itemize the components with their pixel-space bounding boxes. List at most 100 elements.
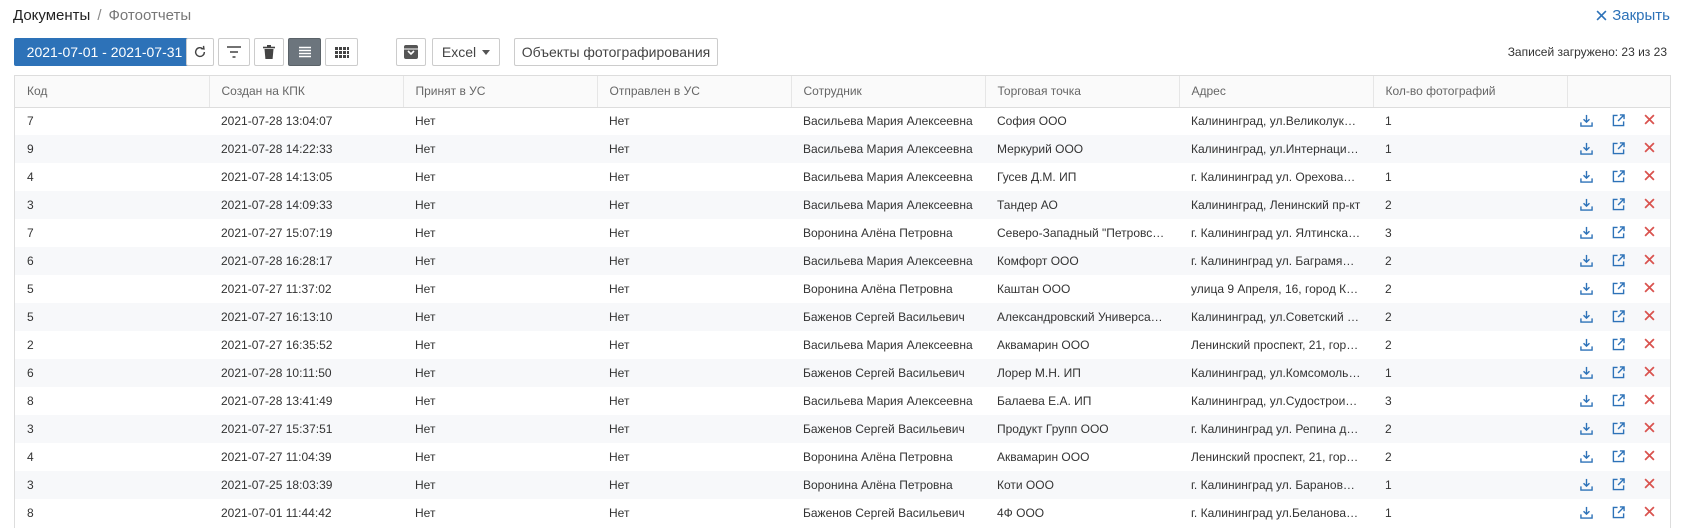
delete-icon[interactable] — [1643, 366, 1658, 380]
download-icon[interactable] — [1579, 142, 1594, 156]
date-range-picker[interactable]: 2021-07-01 - 2021-07-31 — [14, 38, 195, 66]
table-row[interactable]: 3 2021-07-28 14:09:33 Нет Нет Васильева Мари… — [15, 191, 1670, 219]
cell-employee: Васильева Мария Алексеевна — [803, 338, 973, 352]
open-external-icon[interactable] — [1612, 450, 1626, 464]
cell-sent: Нет — [597, 247, 791, 275]
column-header-sent[interactable]: Отправлен в УС — [597, 76, 792, 108]
open-external-icon[interactable] — [1612, 198, 1626, 212]
cell-sent: Нет — [609, 506, 630, 520]
open-external-icon[interactable] — [1612, 170, 1626, 184]
column-header-address[interactable]: Адрес — [1179, 76, 1374, 108]
download-icon[interactable] — [1579, 450, 1594, 464]
cell-address: г. Калининград ул. Ореховая д. 2 — [1191, 170, 1373, 184]
delete-icon[interactable] — [1643, 114, 1658, 128]
delete-icon[interactable] — [1643, 422, 1658, 436]
cell-actions — [1567, 163, 1670, 191]
cell-employee: Воронина Алёна Петровна — [803, 226, 953, 240]
cell-photo-count: 2 — [1373, 191, 1567, 219]
download-icon[interactable] — [1579, 478, 1594, 492]
excel-export-dropdown[interactable]: Excel — [432, 38, 500, 66]
table-row[interactable]: 3 2021-07-27 15:37:51 Нет Нет Баженов Сергей… — [15, 415, 1670, 443]
table-row[interactable]: 5 2021-07-27 16:13:10 Нет Нет Баженов Сергей… — [15, 303, 1670, 331]
download-icon[interactable] — [1579, 282, 1594, 296]
cell-outlet: Меркурий ООО — [985, 135, 1179, 163]
archive-button[interactable] — [396, 38, 426, 66]
row-actions — [1579, 338, 1658, 352]
download-icon[interactable] — [1579, 338, 1594, 352]
delete-icon[interactable] — [1643, 478, 1658, 492]
download-icon[interactable] — [1579, 394, 1594, 408]
cell-created: 2021-07-28 14:09:33 — [209, 191, 403, 219]
column-header-created[interactable]: Создан на КПК — [209, 76, 404, 108]
filter-button[interactable] — [218, 38, 250, 66]
column-header-photo-count[interactable]: Кол-во фотографий — [1373, 76, 1568, 108]
grid-view-button[interactable] — [325, 38, 358, 66]
cell-address: Калининград, ул.Комсомольская — [1179, 359, 1373, 387]
table-row[interactable]: 7 2021-07-28 13:04:07 Нет Нет Васильева Мари… — [15, 107, 1670, 135]
download-icon[interactable] — [1579, 114, 1594, 128]
open-external-icon[interactable] — [1612, 506, 1626, 520]
open-external-icon[interactable] — [1612, 226, 1626, 240]
row-actions — [1579, 198, 1658, 212]
delete-icon[interactable] — [1643, 254, 1658, 268]
download-icon[interactable] — [1579, 422, 1594, 436]
open-external-icon[interactable] — [1612, 254, 1626, 268]
open-external-icon[interactable] — [1612, 338, 1626, 352]
column-header-outlet[interactable]: Торговая точка — [985, 76, 1180, 108]
toolbar: 2021-07-01 - 2021-07-31 Excel Объекты фо… — [0, 34, 1684, 74]
download-icon[interactable] — [1579, 254, 1594, 268]
cell-photo-count: 3 — [1385, 394, 1392, 408]
photo-reports-grid: Код Создан на КПК Принят в УС Отправлен … — [14, 75, 1671, 528]
close-button[interactable]: Закрыть — [1596, 7, 1670, 24]
open-external-icon[interactable] — [1612, 422, 1626, 436]
cell-employee: Воронина Алёна Петровна — [791, 471, 985, 499]
table-row[interactable]: 6 2021-07-28 10:11:50 Нет Нет Баженов Сергей… — [15, 359, 1670, 387]
delete-icon[interactable] — [1643, 310, 1658, 324]
delete-icon[interactable] — [1643, 450, 1658, 464]
open-external-icon[interactable] — [1612, 394, 1626, 408]
refresh-button[interactable] — [186, 38, 214, 66]
photo-objects-button[interactable]: Объекты фотографирования — [514, 38, 718, 66]
open-external-icon[interactable] — [1612, 114, 1626, 128]
open-external-icon[interactable] — [1612, 282, 1626, 296]
column-header-code[interactable]: Код — [15, 76, 210, 108]
open-external-icon[interactable] — [1612, 310, 1626, 324]
delete-icon[interactable] — [1643, 394, 1658, 408]
delete-icon[interactable] — [1643, 170, 1658, 184]
archive-icon — [404, 45, 418, 59]
download-icon[interactable] — [1579, 170, 1594, 184]
delete-icon[interactable] — [1643, 226, 1658, 240]
breadcrumb-root[interactable]: Документы — [13, 7, 90, 24]
table-row[interactable]: 8 2021-07-01 11:44:42 Нет Нет Баженов Сергей… — [15, 499, 1670, 527]
delete-icon[interactable] — [1643, 282, 1658, 296]
column-header-employee[interactable]: Сотрудник — [791, 76, 986, 108]
download-icon[interactable] — [1579, 310, 1594, 324]
download-icon[interactable] — [1579, 198, 1594, 212]
column-header-accepted[interactable]: Принят в УС — [403, 76, 598, 108]
table-row[interactable]: 8 2021-07-28 13:41:49 Нет Нет Васильева Мари… — [15, 387, 1670, 415]
cell-address: Калининград, Ленинский пр-кт — [1179, 191, 1373, 219]
table-row[interactable]: 2 2021-07-27 16:35:52 Нет Нет Васильева Мари… — [15, 331, 1670, 359]
delete-icon[interactable] — [1643, 198, 1658, 212]
table-row[interactable]: 6 2021-07-28 16:28:17 Нет Нет Васильева Мари… — [15, 247, 1670, 275]
row-actions — [1579, 254, 1658, 268]
delete-icon[interactable] — [1643, 142, 1658, 156]
table-row[interactable]: 4 2021-07-28 14:13:05 Нет Нет Васильева Мари… — [15, 163, 1670, 191]
delete-icon[interactable] — [1643, 338, 1658, 352]
delete-icon[interactable] — [1643, 506, 1658, 520]
table-row[interactable]: 3 2021-07-25 18:03:39 Нет Нет Воронина Алёна… — [15, 471, 1670, 499]
list-view-button[interactable] — [288, 38, 321, 66]
table-row[interactable]: 4 2021-07-27 11:04:39 Нет Нет Воронина Алёна… — [15, 443, 1670, 471]
download-icon[interactable] — [1579, 506, 1594, 520]
cell-outlet: Каштан ООО — [997, 282, 1071, 296]
table-row[interactable]: 9 2021-07-28 14:22:33 Нет Нет Васильева Мари… — [15, 135, 1670, 163]
download-icon[interactable] — [1579, 226, 1594, 240]
cell-accepted: Нет — [415, 338, 436, 352]
table-row[interactable]: 7 2021-07-27 15:07:19 Нет Нет Воронина Алёна… — [15, 219, 1670, 247]
open-external-icon[interactable] — [1612, 142, 1626, 156]
open-external-icon[interactable] — [1612, 478, 1626, 492]
table-row[interactable]: 5 2021-07-27 11:37:02 Нет Нет Воронина Алёна… — [15, 275, 1670, 303]
open-external-icon[interactable] — [1612, 366, 1626, 380]
download-icon[interactable] — [1579, 366, 1594, 380]
delete-selected-button[interactable] — [254, 38, 284, 66]
